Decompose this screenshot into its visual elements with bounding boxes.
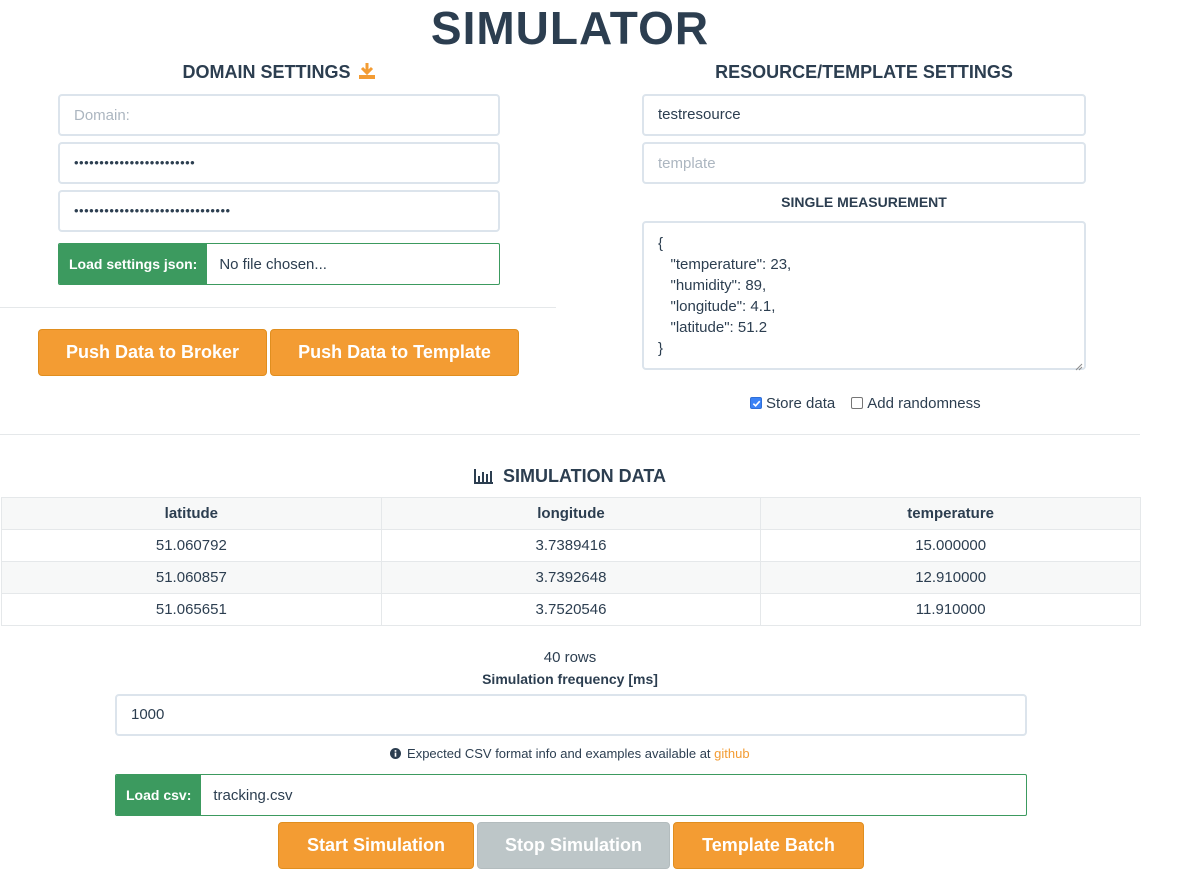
template-batch-button[interactable]: Template Batch <box>673 822 864 869</box>
table-cell: 12.910000 <box>760 561 1141 594</box>
domain-settings-heading-text: DOMAIN SETTINGS <box>182 62 351 82</box>
table-row: 51.060857 3.7392648 12.910000 <box>1 561 1141 594</box>
options-row: Store data Add randomness <box>750 394 981 412</box>
simulation-data-heading-text: SIMULATION DATA <box>503 466 666 486</box>
table-cell: 51.060857 <box>1 561 382 594</box>
row-count: 40 rows <box>543 649 597 666</box>
frequency-input[interactable]: 1000 <box>115 694 1027 736</box>
start-simulation-button[interactable]: Start Simulation <box>278 822 474 869</box>
add-randomness-label: Add randomness <box>867 394 981 412</box>
table-cell: 51.065651 <box>1 593 382 626</box>
stop-simulation-button[interactable]: Stop Simulation <box>477 822 670 869</box>
divider <box>0 307 556 308</box>
column-header-latitude: latitude <box>1 497 382 530</box>
csv-info: Expected CSV format info and examples av… <box>0 745 1140 764</box>
simulation-table-wrap: latitude longitude temperature 51.060792… <box>1 497 1141 626</box>
table-cell: 3.7389416 <box>380 529 762 562</box>
info-circle-icon <box>390 746 402 764</box>
table-cell: 51.060792 <box>1 529 382 562</box>
download-icon[interactable] <box>358 62 376 86</box>
column-header-longitude: longitude <box>380 497 762 530</box>
single-measurement-heading: SINGLE MEASUREMENT <box>781 194 947 210</box>
load-settings-filename: No file chosen... <box>219 255 327 273</box>
template-input[interactable] <box>642 142 1086 184</box>
resource-input[interactable]: testresource <box>642 94 1086 136</box>
load-settings-file-input[interactable]: Load settings json: No file chosen... <box>58 243 500 285</box>
table-row: 51.060792 3.7389416 15.000000 <box>1 529 1141 562</box>
textarea-resize-handle[interactable] <box>1074 358 1083 371</box>
table-cell: 3.7520546 <box>380 593 762 626</box>
table-cell: 11.910000 <box>760 593 1141 626</box>
domain-settings-heading: DOMAIN SETTINGS <box>58 60 500 86</box>
bar-chart-icon <box>474 466 494 490</box>
table-header-row: latitude longitude temperature <box>1 497 1141 530</box>
column-header-temperature: temperature <box>760 497 1141 530</box>
add-randomness-checkbox[interactable] <box>851 397 864 409</box>
domain-input[interactable] <box>58 94 500 136</box>
single-measurement-textarea[interactable]: { "temperature": 23, "humidity": 89, "lo… <box>642 221 1086 370</box>
simulation-table: latitude longitude temperature 51.060792… <box>1 497 1141 626</box>
load-csv-label: Load csv: <box>116 775 202 815</box>
password-field[interactable]: ••••••••••••••••••••••••••••••• <box>58 190 500 232</box>
simulation-data-heading: SIMULATION DATA <box>0 464 1140 490</box>
store-data-checkbox[interactable] <box>750 397 762 409</box>
push-to-template-button[interactable]: Push Data to Template <box>270 329 519 376</box>
table-cell: 3.7392648 <box>380 561 762 594</box>
push-to-broker-button[interactable]: Push Data to Broker <box>38 329 267 376</box>
page-title: SIMULATOR <box>430 2 710 54</box>
load-csv-file-input[interactable]: Load csv: tracking.csv <box>115 774 1027 816</box>
resource-settings-heading: RESOURCE/TEMPLATE SETTINGS <box>715 62 1013 82</box>
check-icon <box>752 400 760 407</box>
store-data-label: Store data <box>766 394 836 412</box>
username-field[interactable]: •••••••••••••••••••••••• <box>58 142 500 184</box>
csv-info-text: Expected CSV format info and examples av… <box>407 746 711 761</box>
github-link[interactable]: github <box>714 746 749 761</box>
table-cell: 15.000000 <box>760 529 1141 562</box>
table-row: 51.065651 3.7520546 11.910000 <box>1 593 1141 626</box>
frequency-label: Simulation frequency [ms] <box>482 671 658 687</box>
divider <box>0 434 1140 435</box>
load-csv-filename: tracking.csv <box>213 786 293 804</box>
load-settings-label: Load settings json: <box>59 244 208 284</box>
